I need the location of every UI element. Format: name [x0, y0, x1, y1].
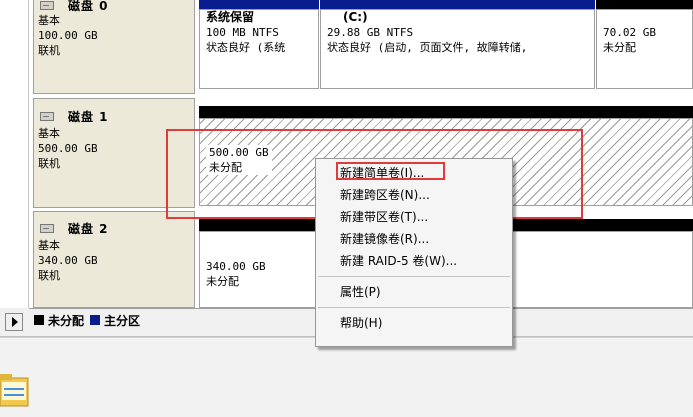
partition-name: (C:) — [343, 10, 368, 24]
partition-detail: 100 MB NTFS — [206, 26, 279, 39]
disk-type: 基本 — [38, 14, 60, 27]
disk-size: 100.00 GB — [38, 29, 98, 42]
disk-header[interactable]: 磁盘 0 基本 100.00 GB 联机 — [33, 0, 195, 94]
disk-type: 基本 — [38, 127, 60, 140]
menu-item-new-raid5-volume[interactable]: 新建 RAID-5 卷(W)... — [316, 250, 512, 272]
partition-bar — [199, 0, 319, 9]
context-menu: 新建简单卷(I)... 新建跨区卷(N)... 新建带区卷(T)... 新建镜像… — [315, 158, 513, 347]
left-gutter — [0, 0, 29, 308]
menu-item-properties[interactable]: 属性(P) — [316, 281, 512, 303]
disk-header[interactable]: 磁盘 1 基本 500.00 GB 联机 — [33, 98, 195, 208]
disk-name: 磁盘 1 — [68, 110, 109, 124]
partition-unallocated[interactable]: 70.02 GB 未分配 — [596, 9, 693, 89]
legend-label: 主分区 — [104, 313, 141, 328]
partition-bar — [596, 0, 693, 9]
disk-name: 磁盘 0 — [68, 0, 109, 13]
disk-name: 磁盘 2 — [68, 222, 109, 236]
disk-icon — [40, 112, 54, 121]
legend-swatch — [34, 315, 44, 325]
disk-header[interactable]: 磁盘 2 基本 340.00 GB 联机 — [33, 211, 195, 308]
partition-detail: 29.88 GB NTFS — [327, 26, 414, 39]
scroll-left-button[interactable] — [5, 313, 23, 331]
disk-row-0: 磁盘 0 基本 100.00 GB 联机 系统保留 100 MB NTFS 状态… — [29, 0, 693, 100]
menu-item-new-striped-volume[interactable]: 新建带区卷(T)... — [316, 206, 512, 228]
disk-size: 340.00 GB — [38, 254, 98, 267]
disk-status: 联机 — [38, 269, 60, 282]
folder-icon[interactable] — [0, 368, 30, 410]
partition-status: 状态良好 (系统 — [206, 41, 286, 54]
menu-separator — [318, 276, 510, 277]
arrow-left-icon — [12, 317, 18, 327]
partition-system-reserved[interactable]: 系统保留 100 MB NTFS 状态良好 (系统 — [199, 9, 319, 89]
taskbar — [0, 338, 693, 417]
legend-label: 未分配 — [48, 313, 85, 328]
disk-status: 联机 — [38, 44, 60, 57]
disk-icon — [40, 1, 54, 10]
legend-swatch — [90, 315, 101, 325]
disk-status: 联机 — [38, 157, 60, 170]
menu-item-help[interactable]: 帮助(H) — [316, 312, 512, 334]
partition-status: 状态良好 (启动, 页面文件, 故障转储, — [327, 41, 528, 54]
legend-item-unallocated: 未分配 — [34, 312, 84, 329]
partition-bar — [199, 106, 693, 118]
partition-detail: 70.02 GB — [603, 26, 656, 39]
menu-item-new-spanned-volume[interactable]: 新建跨区卷(N)... — [316, 184, 512, 206]
disk-size: 500.00 GB — [38, 142, 98, 155]
disk-icon — [40, 224, 54, 233]
menu-item-new-simple-volume[interactable]: 新建简单卷(I)... — [316, 162, 512, 184]
legend-item-primary: 主分区 — [90, 312, 140, 329]
partition-name: 系统保留 — [206, 10, 255, 24]
partition-status: 未分配 — [603, 41, 636, 54]
partition-bar — [320, 0, 595, 9]
menu-separator — [318, 307, 510, 308]
disk-type: 基本 — [38, 239, 60, 252]
partition-status: 未分配 — [209, 161, 242, 174]
menu-item-new-mirrored-volume[interactable]: 新建镜像卷(R)... — [316, 228, 512, 250]
partition-detail: 500.00 GB — [209, 146, 269, 159]
partition-c[interactable]: (C:) 29.88 GB NTFS 状态良好 (启动, 页面文件, 故障转储, — [320, 9, 595, 89]
partition-label: 500.00 GB 未分配 — [206, 145, 272, 175]
